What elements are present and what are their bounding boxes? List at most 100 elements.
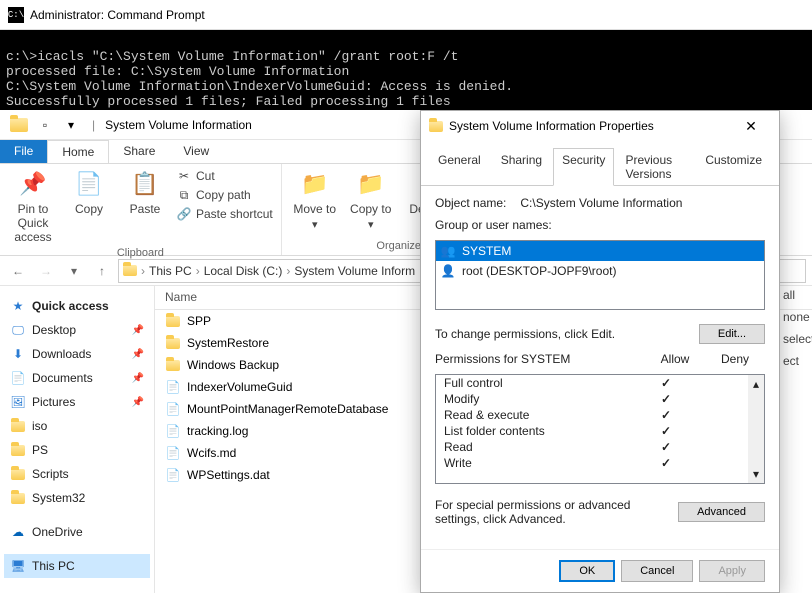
perm-row: Write✓ xyxy=(436,455,764,471)
crumb-thispc[interactable]: This PC xyxy=(149,264,192,278)
history-dropdown[interactable]: ▾ xyxy=(62,259,86,283)
move-icon: 📁 xyxy=(299,168,331,200)
check-icon: ✓ xyxy=(636,376,696,390)
tab-share[interactable]: Share xyxy=(109,140,169,163)
tab-view[interactable]: View xyxy=(169,140,223,163)
cut-button[interactable]: ✂Cut xyxy=(176,168,273,184)
scrollbar[interactable]: ▴▾ xyxy=(748,375,764,483)
file-icon: 📄 xyxy=(165,423,181,439)
folder-icon xyxy=(10,418,26,434)
nav-iso[interactable]: iso xyxy=(4,414,150,438)
user-list[interactable]: 👥SYSTEM 👤root (DESKTOP-JOPF9\root) xyxy=(435,240,765,310)
copy-icon: 📄 xyxy=(73,168,105,200)
nav-quick-access[interactable]: ★Quick access xyxy=(4,294,150,318)
group-users-label: Group or user names: xyxy=(435,218,765,232)
tab-sharing[interactable]: Sharing xyxy=(492,148,551,186)
file-icon: 📄 xyxy=(165,445,181,461)
allow-header: Allow xyxy=(645,352,705,366)
up-button[interactable]: ↑ xyxy=(90,259,114,283)
cmd-titlebar[interactable]: C:\ Administrator: Command Prompt xyxy=(0,0,812,30)
tab-customize[interactable]: Customize xyxy=(696,148,771,186)
user-icon: 👤 xyxy=(440,263,456,279)
nav-scripts[interactable]: Scripts xyxy=(4,462,150,486)
chevron-right-icon[interactable]: › xyxy=(141,264,145,278)
shortcut-icon: 🔗 xyxy=(176,206,192,222)
chevron-right-icon[interactable]: › xyxy=(286,264,290,278)
perm-row: Modify✓ xyxy=(436,391,764,407)
group-icon: 👥 xyxy=(440,243,456,259)
copy-button[interactable]: 📄 Copy xyxy=(64,168,114,216)
nav-thispc[interactable]: 🖥This PC xyxy=(4,554,150,578)
tab-file[interactable]: File xyxy=(0,140,47,163)
tab-home[interactable]: Home xyxy=(47,140,109,163)
advanced-button[interactable]: Advanced xyxy=(678,502,765,522)
user-root[interactable]: 👤root (DESKTOP-JOPF9\root) xyxy=(436,261,764,281)
pin-icon: 📌 xyxy=(132,397,144,408)
change-permissions-text: To change permissions, click Edit. xyxy=(435,327,615,341)
advanced-text: For special permissions or advanced sett… xyxy=(435,498,668,526)
folder-icon xyxy=(10,466,26,482)
nav-desktop[interactable]: 🖵Desktop📌 xyxy=(4,318,150,342)
user-system[interactable]: 👥SYSTEM xyxy=(436,241,764,261)
paste-button[interactable]: 📋 Paste xyxy=(120,168,170,216)
copy-to-button[interactable]: 📁Copy to▾ xyxy=(346,168,396,231)
check-icon: ✓ xyxy=(636,392,696,406)
dialog-titlebar[interactable]: System Volume Information Properties ✕ xyxy=(421,111,779,141)
qat-properties-icon[interactable]: ▫ xyxy=(34,114,56,136)
folder-icon xyxy=(10,442,26,458)
nav-pictures[interactable]: 🖼Pictures📌 xyxy=(4,390,150,414)
dialog-tabs: General Sharing Security Previous Versio… xyxy=(421,141,779,186)
paste-shortcut-button[interactable]: 🔗Paste shortcut xyxy=(176,206,273,222)
nav-onedrive[interactable]: ☁OneDrive xyxy=(4,520,150,544)
chevron-down-icon[interactable]: ▾ xyxy=(753,467,759,481)
move-to-button[interactable]: 📁Move to▾ xyxy=(290,168,340,231)
perm-row: Full control✓ xyxy=(436,375,764,391)
documents-icon: 📄 xyxy=(10,370,26,386)
apply-button[interactable]: Apply xyxy=(699,560,765,582)
chevron-right-icon[interactable]: › xyxy=(196,264,200,278)
perm-row: Read & execute✓ xyxy=(436,407,764,423)
check-icon: ✓ xyxy=(636,456,696,470)
copy-path-button[interactable]: ⧉Copy path xyxy=(176,187,273,203)
folder-icon xyxy=(165,357,181,373)
tab-general[interactable]: General xyxy=(429,148,490,186)
forward-button[interactable]: → xyxy=(34,259,58,283)
dialog-title: System Volume Information Properties xyxy=(449,119,654,133)
downloads-icon: ⬇ xyxy=(10,346,26,362)
folder-icon xyxy=(429,121,443,132)
edit-button[interactable]: Edit... xyxy=(699,324,765,344)
ribbon-select-group-cut: all none selecti ect xyxy=(780,284,812,372)
back-button[interactable]: ← xyxy=(6,259,30,283)
nav-downloads[interactable]: ⬇Downloads📌 xyxy=(4,342,150,366)
nav-system32[interactable]: System32 xyxy=(4,486,150,510)
cancel-button[interactable]: Cancel xyxy=(621,560,693,582)
pin-icon: 📌 xyxy=(17,168,49,200)
file-icon: 📄 xyxy=(165,467,181,483)
tab-security[interactable]: Security xyxy=(553,148,614,186)
explorer-folder-icon xyxy=(8,114,30,136)
crumb-svi[interactable]: System Volume Inform xyxy=(294,264,415,278)
crumb-localdisk[interactable]: Local Disk (C:) xyxy=(204,264,283,278)
perm-row: Read✓ xyxy=(436,439,764,455)
nav-ps[interactable]: PS xyxy=(4,438,150,462)
tab-previous-versions[interactable]: Previous Versions xyxy=(616,148,694,186)
onedrive-icon: ☁ xyxy=(10,524,26,540)
pc-icon: 🖥 xyxy=(10,558,26,574)
command-prompt-window: C:\ Administrator: Command Prompt c:\>ic… xyxy=(0,0,812,110)
pictures-icon: 🖼 xyxy=(10,394,26,410)
star-icon: ★ xyxy=(10,298,26,314)
qat-dropdown-icon[interactable]: ▾ xyxy=(60,114,82,136)
nav-documents[interactable]: 📄Documents📌 xyxy=(4,366,150,390)
path-folder-icon xyxy=(123,265,137,276)
close-button[interactable]: ✕ xyxy=(731,111,771,141)
permissions-list[interactable]: Full control✓ Modify✓ Read & execute✓ Li… xyxy=(435,374,765,484)
pin-icon: 📌 xyxy=(132,349,144,360)
ok-button[interactable]: OK xyxy=(559,560,615,582)
pin-quick-access-button[interactable]: 📌 Pin to Quick access xyxy=(8,168,58,244)
navigation-pane[interactable]: ★Quick access 🖵Desktop📌 ⬇Downloads📌 📄Doc… xyxy=(0,286,155,593)
cmd-output[interactable]: c:\>icacls "C:\System Volume Information… xyxy=(0,30,812,110)
check-icon: ✓ xyxy=(636,424,696,438)
folder-icon xyxy=(165,313,181,329)
perm-row: List folder contents✓ xyxy=(436,423,764,439)
chevron-up-icon[interactable]: ▴ xyxy=(753,377,759,391)
